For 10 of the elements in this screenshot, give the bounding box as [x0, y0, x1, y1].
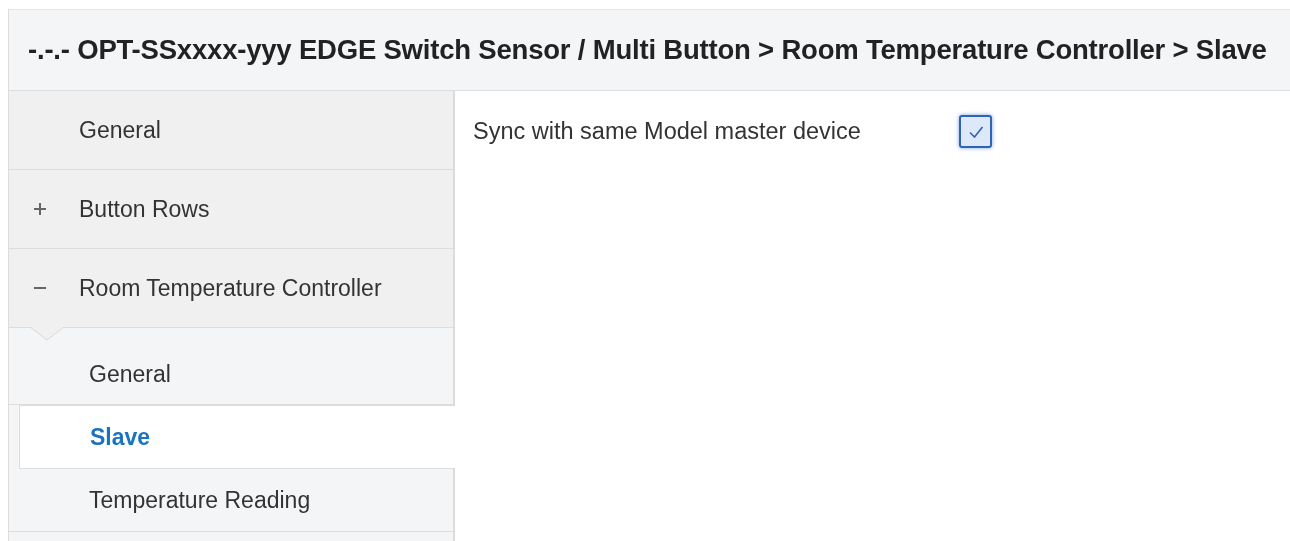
sidebar-item[interactable]: General [9, 91, 453, 170]
setting-label: Sync with same Model master device [473, 118, 862, 145]
sidebar-item[interactable]: Button Rows [9, 170, 453, 249]
pointer-notch-icon [30, 327, 64, 341]
sidebar-subitem[interactable]: Temperature Reading [9, 469, 453, 532]
breadcrumb-title: -.-.- OPT-SSxxxx-yyy EDGE Switch Sensor / Multi Button > Room Temperature Controller > Slave [28, 34, 1267, 66]
expand-icon[interactable] [33, 202, 47, 216]
sidebar-subitem[interactable]: Slave [19, 405, 455, 469]
checkbox[interactable] [959, 115, 992, 148]
sidebar-item[interactable]: Room Temperature Controller [9, 249, 453, 328]
